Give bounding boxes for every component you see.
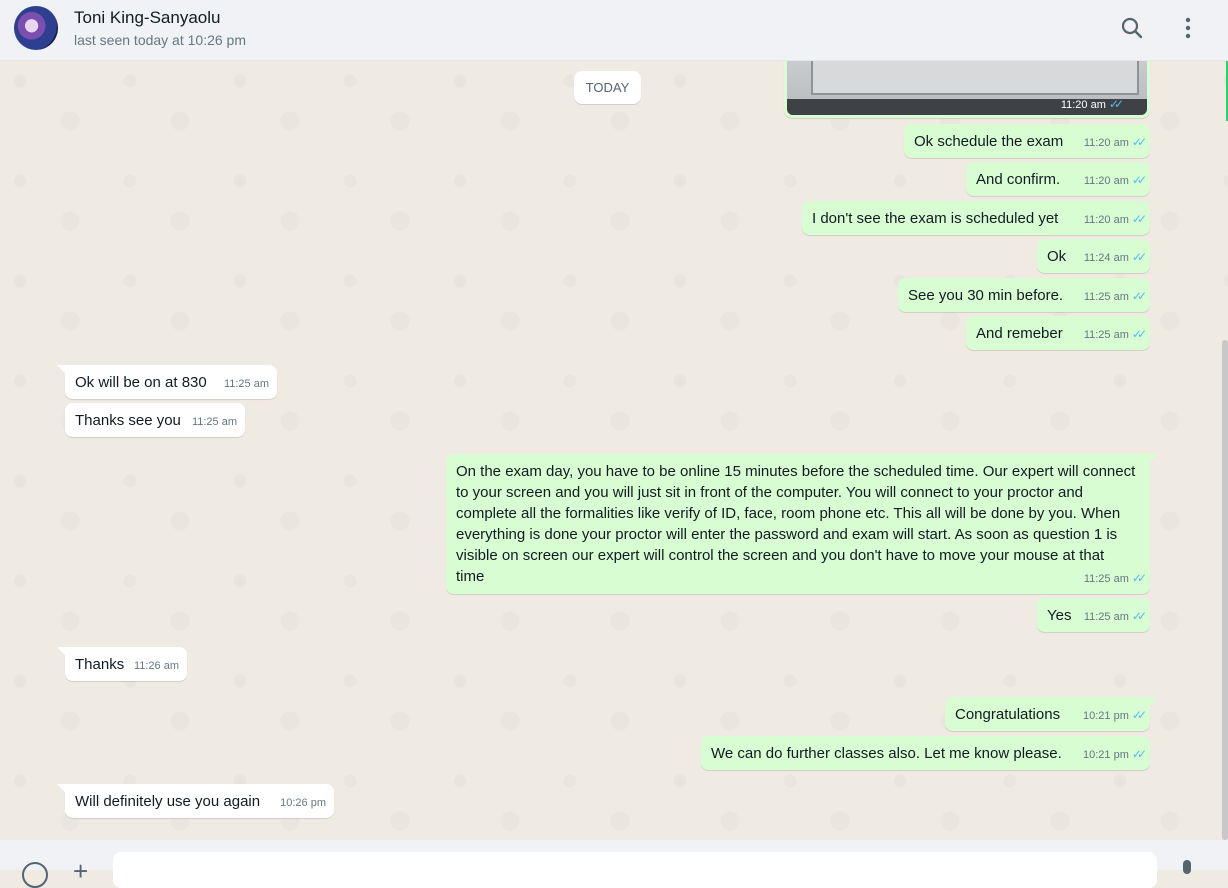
message-time: 11:25 am ✓✓ (1083, 609, 1147, 623)
outgoing-message[interactable]: Ok schedule the exam 11:20 am ✓✓ (904, 124, 1150, 158)
outgoing-message[interactable]: Congratulations 10:21 pm ✓✓ (945, 697, 1158, 731)
incoming-message[interactable]: Thanks see you 11:25 am (65, 403, 245, 437)
double-check-icon: ✓✓ (1131, 250, 1147, 264)
image-screen-content (811, 61, 1139, 95)
outgoing-message[interactable]: And confirm. 11:20 am ✓✓ (966, 162, 1150, 196)
message-text: Will definitely use you again (75, 793, 261, 810)
message-time: 11:20 am ✓✓ (1083, 135, 1147, 149)
message-text: And remeber (976, 325, 1063, 342)
message-text: Thanks see you (75, 412, 181, 429)
message-time: 11:20 am ✓✓ (1083, 173, 1147, 187)
mic-icon[interactable] (1183, 860, 1191, 874)
contact-avatar[interactable] (14, 6, 58, 50)
search-icon[interactable] (1118, 14, 1146, 42)
message-text: Thanks (75, 656, 125, 673)
message-composer: + (0, 840, 1228, 888)
incoming-message[interactable]: Will definitely use you again 10:26 pm (57, 784, 334, 818)
outgoing-message[interactable]: Yes 11:25 am ✓✓ (1037, 598, 1150, 632)
double-check-icon: ✓✓ (1108, 97, 1124, 111)
double-check-icon: ✓✓ (1131, 289, 1147, 303)
message-time: 10:21 pm ✓✓ (1083, 708, 1147, 722)
message-time: 11:25 am (223, 378, 269, 390)
image-preview[interactable]: 11:20 am ✓✓ (787, 61, 1147, 115)
message-time: 11:25 am ✓✓ (1083, 571, 1147, 585)
outgoing-message[interactable]: We can do further classes also. Let me k… (701, 736, 1150, 770)
message-text: I don't see the exam is scheduled yet (812, 210, 1059, 227)
double-check-icon: ✓✓ (1131, 571, 1147, 585)
outgoing-message[interactable]: And remeber 11:25 am ✓✓ (966, 316, 1150, 350)
outgoing-message[interactable]: On the exam day, you have to be online 1… (446, 454, 1158, 594)
message-text: See you 30 min before. (908, 287, 1064, 304)
message-text: Yes (1047, 607, 1072, 624)
message-text: We can do further classes also. Let me k… (711, 745, 1062, 762)
message-text: On the exam day, you have to be online 1… (456, 463, 1136, 585)
message-time: 11:25 am ✓✓ (1083, 289, 1147, 303)
kebab-menu-icon[interactable] (1174, 14, 1202, 42)
double-check-icon: ✓✓ (1131, 327, 1147, 341)
outgoing-message[interactable]: See you 30 min before. 11:25 am ✓✓ (898, 278, 1150, 312)
double-check-icon: ✓✓ (1131, 747, 1147, 761)
outgoing-message[interactable]: I don't see the exam is scheduled yet 11… (802, 201, 1150, 235)
incoming-message[interactable]: Ok will be on at 830 11:25 am (57, 365, 277, 399)
scrollbar-thumb[interactable] (1222, 340, 1228, 840)
message-time: 11:26 am (133, 660, 179, 672)
contact-name[interactable]: Toni King-Sanyaolu (74, 8, 220, 28)
message-time: 11:25 am ✓✓ (1083, 327, 1147, 341)
emoji-icon[interactable] (22, 862, 48, 888)
attach-plus-icon[interactable]: + (73, 856, 88, 887)
double-check-icon: ✓✓ (1131, 173, 1147, 187)
contact-last-seen: last seen today at 10:26 pm (74, 32, 246, 48)
incoming-message[interactable]: Thanks 11:26 am (57, 647, 187, 681)
double-check-icon: ✓✓ (1131, 609, 1147, 623)
image-time: 11:20 am ✓✓ (1060, 97, 1124, 111)
message-input[interactable] (113, 852, 1157, 888)
message-time: 10:21 pm ✓✓ (1083, 747, 1147, 761)
message-list[interactable]: 11:20 am ✓✓ TODAY Ok schedule the exam 11… (0, 61, 1228, 840)
message-text: Ok will be on at 830 (75, 374, 207, 391)
message-text: Ok schedule the exam (914, 133, 1064, 150)
message-time: 10:26 pm (280, 797, 326, 809)
message-text: Ok (1047, 248, 1067, 265)
double-check-icon: ✓✓ (1131, 135, 1147, 149)
message-text: Congratulations (955, 706, 1061, 723)
message-text: And confirm. (976, 171, 1061, 188)
chat-header: Toni King-Sanyaolu last seen today at 10… (0, 0, 1228, 61)
outgoing-message[interactable]: Ok 11:24 am ✓✓ (1037, 239, 1150, 273)
double-check-icon: ✓✓ (1131, 212, 1147, 226)
double-check-icon: ✓✓ (1131, 708, 1147, 722)
date-divider: TODAY (574, 71, 641, 104)
message-time: 11:20 am ✓✓ (1083, 212, 1147, 226)
message-time: 11:24 am ✓✓ (1083, 250, 1147, 264)
image-message[interactable]: 11:20 am ✓✓ (784, 61, 1150, 118)
message-time: 11:25 am (191, 416, 237, 428)
